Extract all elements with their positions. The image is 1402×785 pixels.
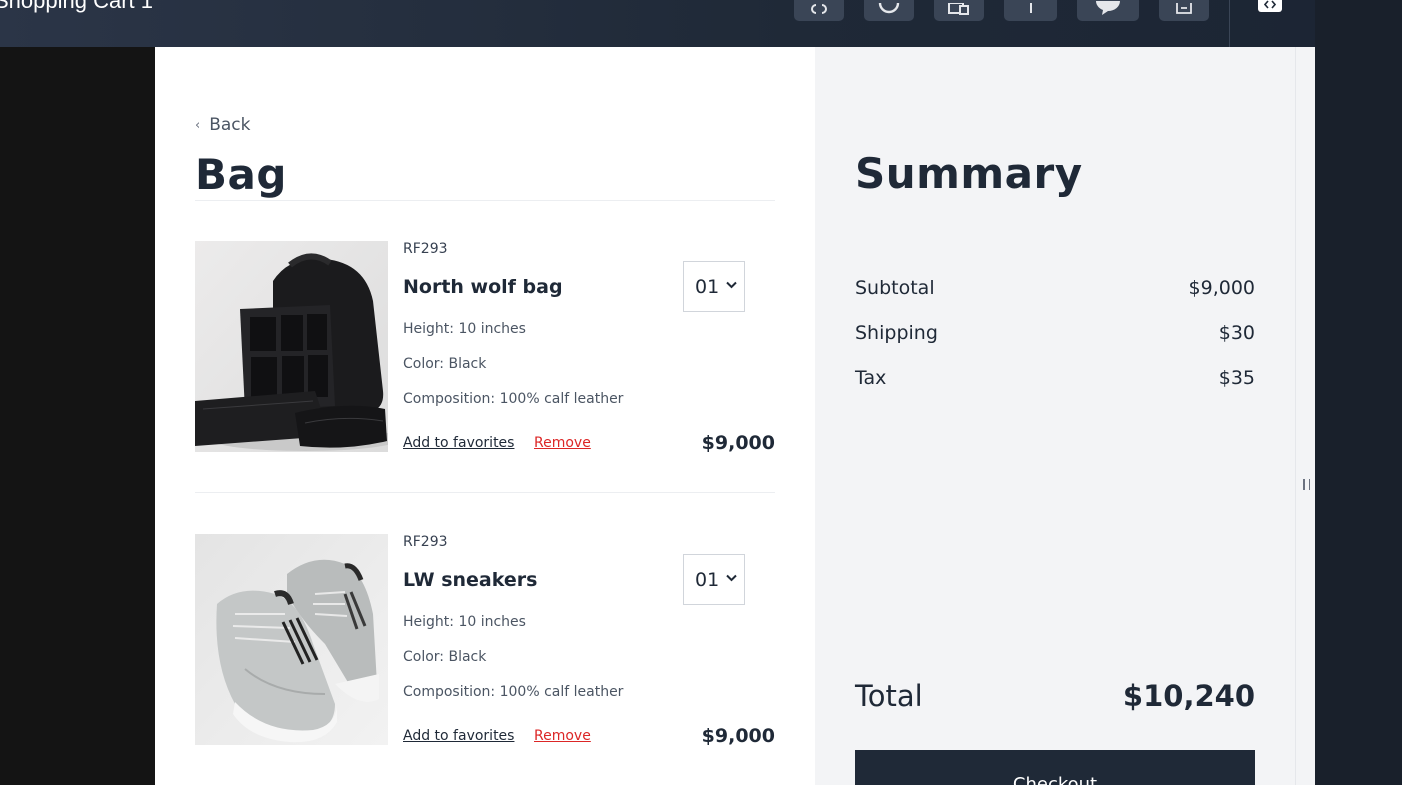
shipping-value: $30 [1218,322,1255,344]
outer-background [1315,0,1402,785]
chevron-left-icon: ‹ [195,117,201,133]
cart-item: RF293 North wolf bag Height: 10 inches C… [195,241,775,454]
chevron-down-icon [726,281,737,289]
quantity-value: 01 [695,568,720,591]
bag-panel: ‹ Back Bag RF293 North wolf bag Height: … [155,47,815,785]
product-sku: RF293 [403,534,448,550]
product-image-sneakers[interactable] [195,534,388,745]
summary-title: Summary [855,149,1083,198]
toolbar-divider [1229,0,1230,47]
product-color: Color: Black [403,356,487,372]
refresh-button[interactable] [864,0,914,21]
refresh-icon [878,3,900,14]
share-button[interactable] [1004,0,1057,21]
total-row: Total $10,240 [855,679,1255,713]
remove-link[interactable]: Remove [534,435,591,451]
product-name: LW sneakers [403,569,538,591]
product-height: Height: 10 inches [403,321,526,337]
quantity-select[interactable]: 01 [683,261,745,312]
top-toolbar: Shopping Cart 1 [0,0,1315,47]
product-image-backpack[interactable] [195,241,388,452]
tax-label: Tax [855,367,887,389]
cart-item: RF293 LW sneakers Height: 10 inches Colo… [195,534,775,747]
total-label: Total [855,679,923,713]
remove-link[interactable]: Remove [534,728,591,744]
checkout-button[interactable]: Checkout [855,750,1255,785]
product-color: Color: Black [403,649,487,665]
add-to-favorites-link[interactable]: Add to favorites [403,435,514,451]
total-value: $10,240 [1122,679,1255,713]
product-price: $9,000 [701,432,775,454]
subtotal-label: Subtotal [855,277,935,299]
product-name: North wolf bag [403,276,563,298]
subtotal-value: $9,000 [1188,277,1255,299]
drag-handle-icon [1303,479,1310,490]
shipping-row: Shipping $30 [855,322,1255,344]
summary-panel: Summary Subtotal $9,000 Shipping $30 Tax… [815,47,1295,785]
app-title: Shopping Cart 1 [0,0,153,13]
chat-icon [1096,1,1120,15]
code-icon[interactable] [1258,0,1282,12]
divider [195,200,775,201]
product-composition: Composition: 100% calf leather [403,684,624,700]
divider [195,492,775,493]
save-button[interactable] [1159,0,1209,21]
quantity-value: 01 [695,275,720,298]
devices-button[interactable] [934,0,984,21]
link-icon [811,4,827,14]
save-icon [1176,3,1192,14]
back-label: Back [209,115,251,135]
devices-icon [948,3,969,15]
chat-button[interactable] [1077,0,1139,21]
product-sku: RF293 [403,241,448,257]
add-to-favorites-link[interactable]: Add to favorites [403,728,514,744]
back-link[interactable]: ‹ Back [195,115,250,135]
resize-handle[interactable] [1295,47,1315,785]
chevron-down-icon [726,574,737,582]
share-icon [1029,3,1032,13]
quantity-select[interactable]: 01 [683,554,745,605]
product-height: Height: 10 inches [403,614,526,630]
tax-row: Tax $35 [855,367,1255,389]
shipping-label: Shipping [855,322,938,344]
tax-value: $35 [1218,367,1255,389]
link-button[interactable] [794,0,844,21]
product-price: $9,000 [701,725,775,747]
subtotal-row: Subtotal $9,000 [855,277,1255,299]
product-composition: Composition: 100% calf leather [403,391,624,407]
page-title: Bag [195,150,287,199]
